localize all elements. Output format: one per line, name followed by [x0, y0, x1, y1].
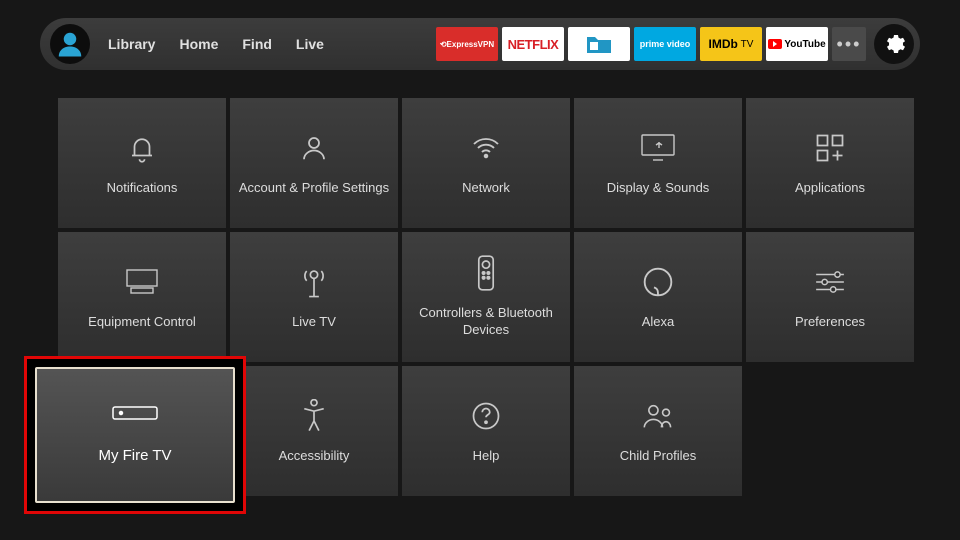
app-expressvpn[interactable]: ⟲ExpressVPN — [436, 27, 498, 61]
app-row: ⟲ExpressVPN NETFLIX prime video IMDb TV … — [436, 24, 914, 64]
tile-equipment[interactable]: Equipment Control — [58, 232, 226, 362]
tile-label: Child Profiles — [620, 448, 697, 465]
folder-icon — [585, 33, 613, 55]
app-netflix[interactable]: NETFLIX — [502, 27, 564, 61]
user-icon — [55, 29, 85, 59]
tile-controllers[interactable]: Controllers & Bluetooth Devices — [402, 232, 570, 362]
tile-livetv[interactable]: Live TV — [230, 232, 398, 362]
bell-icon — [124, 130, 160, 166]
apps-icon — [812, 130, 848, 166]
accessibility-icon — [296, 398, 332, 434]
nav-home[interactable]: Home — [179, 36, 218, 52]
tile-label: Preferences — [795, 314, 865, 331]
tile-account[interactable]: Account & Profile Settings — [230, 98, 398, 228]
tile-applications[interactable]: Applications — [746, 98, 914, 228]
tile-label: Accessibility — [279, 448, 350, 465]
play-icon — [768, 39, 782, 49]
more-apps-button[interactable]: ••• — [832, 27, 866, 61]
account-icon — [296, 130, 332, 166]
nav-find[interactable]: Find — [242, 36, 272, 52]
tile-label: Account & Profile Settings — [239, 180, 389, 197]
device-icon — [112, 406, 158, 425]
app-es-file-explorer[interactable] — [568, 27, 630, 61]
tile-notifications[interactable]: Notifications — [58, 98, 226, 228]
profile-button[interactable] — [50, 24, 90, 64]
settings-button[interactable] — [874, 24, 914, 64]
equipment-icon — [124, 264, 160, 300]
tile-label: Display & Sounds — [607, 180, 710, 197]
tile-label: Network — [462, 180, 510, 197]
tile-label: Live TV — [292, 314, 336, 331]
selection-highlight: My Fire TV — [24, 356, 246, 514]
tile-childprofiles[interactable]: Child Profiles — [574, 366, 742, 496]
top-bar: Library Home Find Live ⟲ExpressVPN NETFL… — [40, 18, 920, 70]
tile-label: Applications — [795, 180, 865, 197]
gear-icon — [882, 32, 906, 56]
tile-label: Controllers & Bluetooth Devices — [408, 305, 564, 339]
tile-accessibility[interactable]: Accessibility — [230, 366, 398, 496]
app-youtube[interactable]: YouTube — [766, 27, 828, 61]
remote-icon — [468, 255, 504, 291]
nav-library[interactable]: Library — [108, 36, 155, 52]
tile-label: Alexa — [642, 314, 675, 331]
tile-alexa[interactable]: Alexa — [574, 232, 742, 362]
tile-label: Equipment Control — [88, 314, 196, 331]
sliders-icon — [812, 264, 848, 300]
app-prime-video[interactable]: prime video — [634, 27, 696, 61]
tile-help[interactable]: Help — [402, 366, 570, 496]
tile-myfiretv[interactable]: My Fire TV — [35, 367, 235, 503]
nav-items: Library Home Find Live — [108, 36, 324, 52]
app-imdb-tv[interactable]: IMDb TV — [700, 27, 762, 61]
antenna-icon — [296, 264, 332, 300]
display-icon — [640, 130, 676, 166]
help-icon — [468, 398, 504, 434]
wifi-icon — [468, 130, 504, 166]
tile-label: Notifications — [107, 180, 178, 197]
tile-network[interactable]: Network — [402, 98, 570, 228]
nav-live[interactable]: Live — [296, 36, 324, 52]
tile-label: Help — [473, 448, 500, 465]
tile-label: My Fire TV — [98, 447, 171, 464]
tile-display[interactable]: Display & Sounds — [574, 98, 742, 228]
alexa-icon — [640, 264, 676, 300]
tile-preferences[interactable]: Preferences — [746, 232, 914, 362]
child-profiles-icon — [640, 398, 676, 434]
